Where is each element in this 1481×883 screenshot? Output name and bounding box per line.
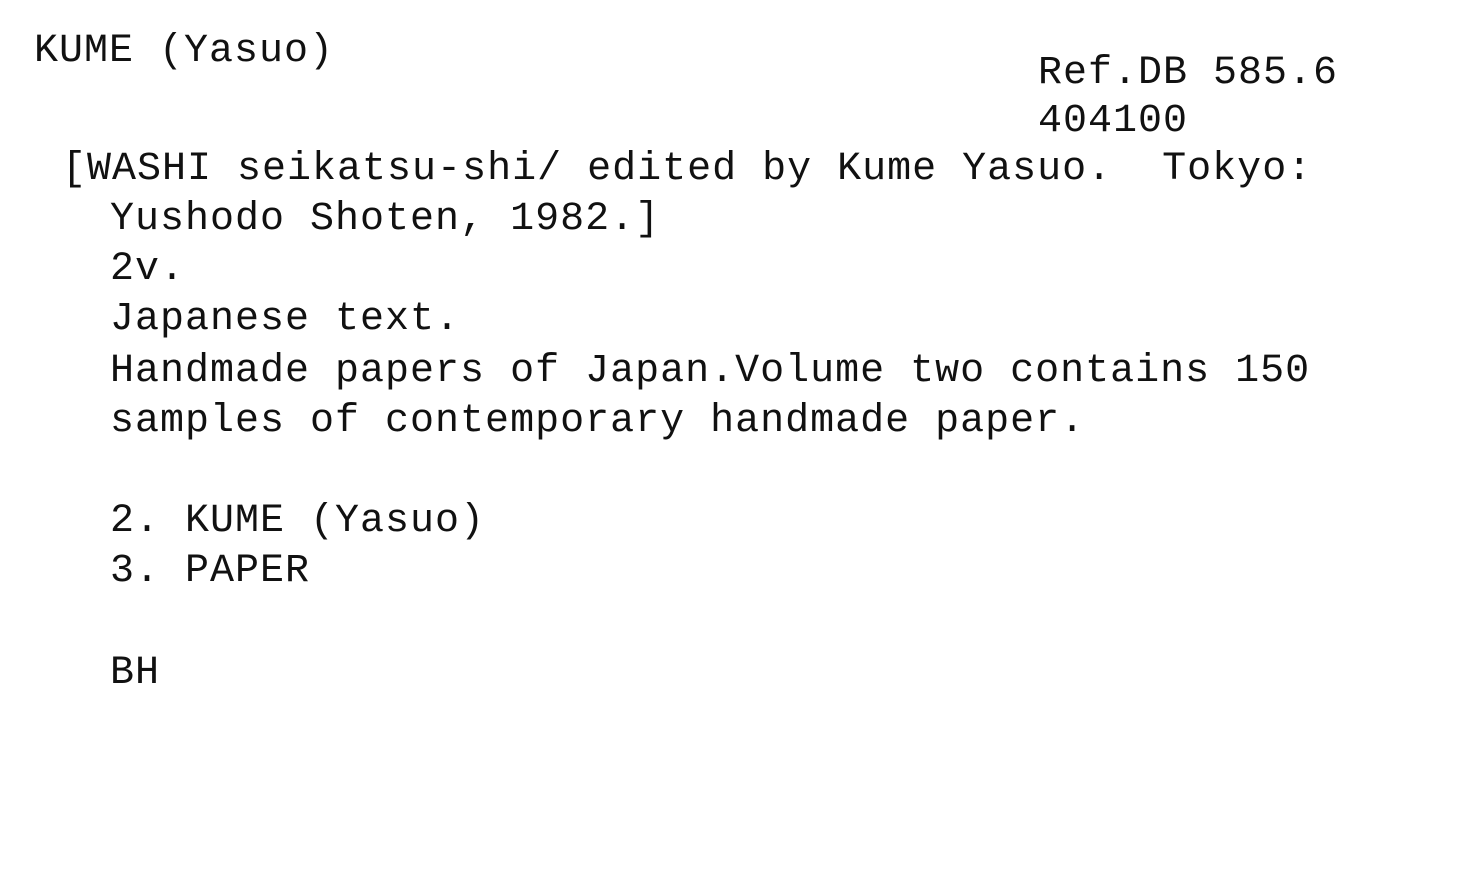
- language-note: Japanese text.: [110, 297, 461, 342]
- accession-number: 404100: [1038, 99, 1189, 144]
- call-number: Ref.DB 585.6: [1038, 51, 1339, 96]
- content-note-line-2: samples of contemporary handmade paper.: [110, 399, 1086, 444]
- content-note-line-1: Handmade papers of Japan.Volume two cont…: [110, 349, 1311, 394]
- tracing-item: 2. KUME (Yasuo): [110, 499, 486, 544]
- title-statement-line-1: [WASHI seikatsu-shi/ edited by Kume Yasu…: [62, 147, 1313, 192]
- title-statement-line-2: Yushodo Shoten, 1982.]: [110, 197, 661, 242]
- cataloguer-initials: BH: [110, 651, 161, 696]
- author-heading: KUME (Yasuo): [34, 29, 335, 74]
- catalog-card: KUME (Yasuo) Ref.DB 585.6 404100 [WASHI …: [0, 0, 1481, 883]
- collation: 2v.: [110, 247, 186, 292]
- tracing-item: 3. PAPER: [110, 549, 311, 594]
